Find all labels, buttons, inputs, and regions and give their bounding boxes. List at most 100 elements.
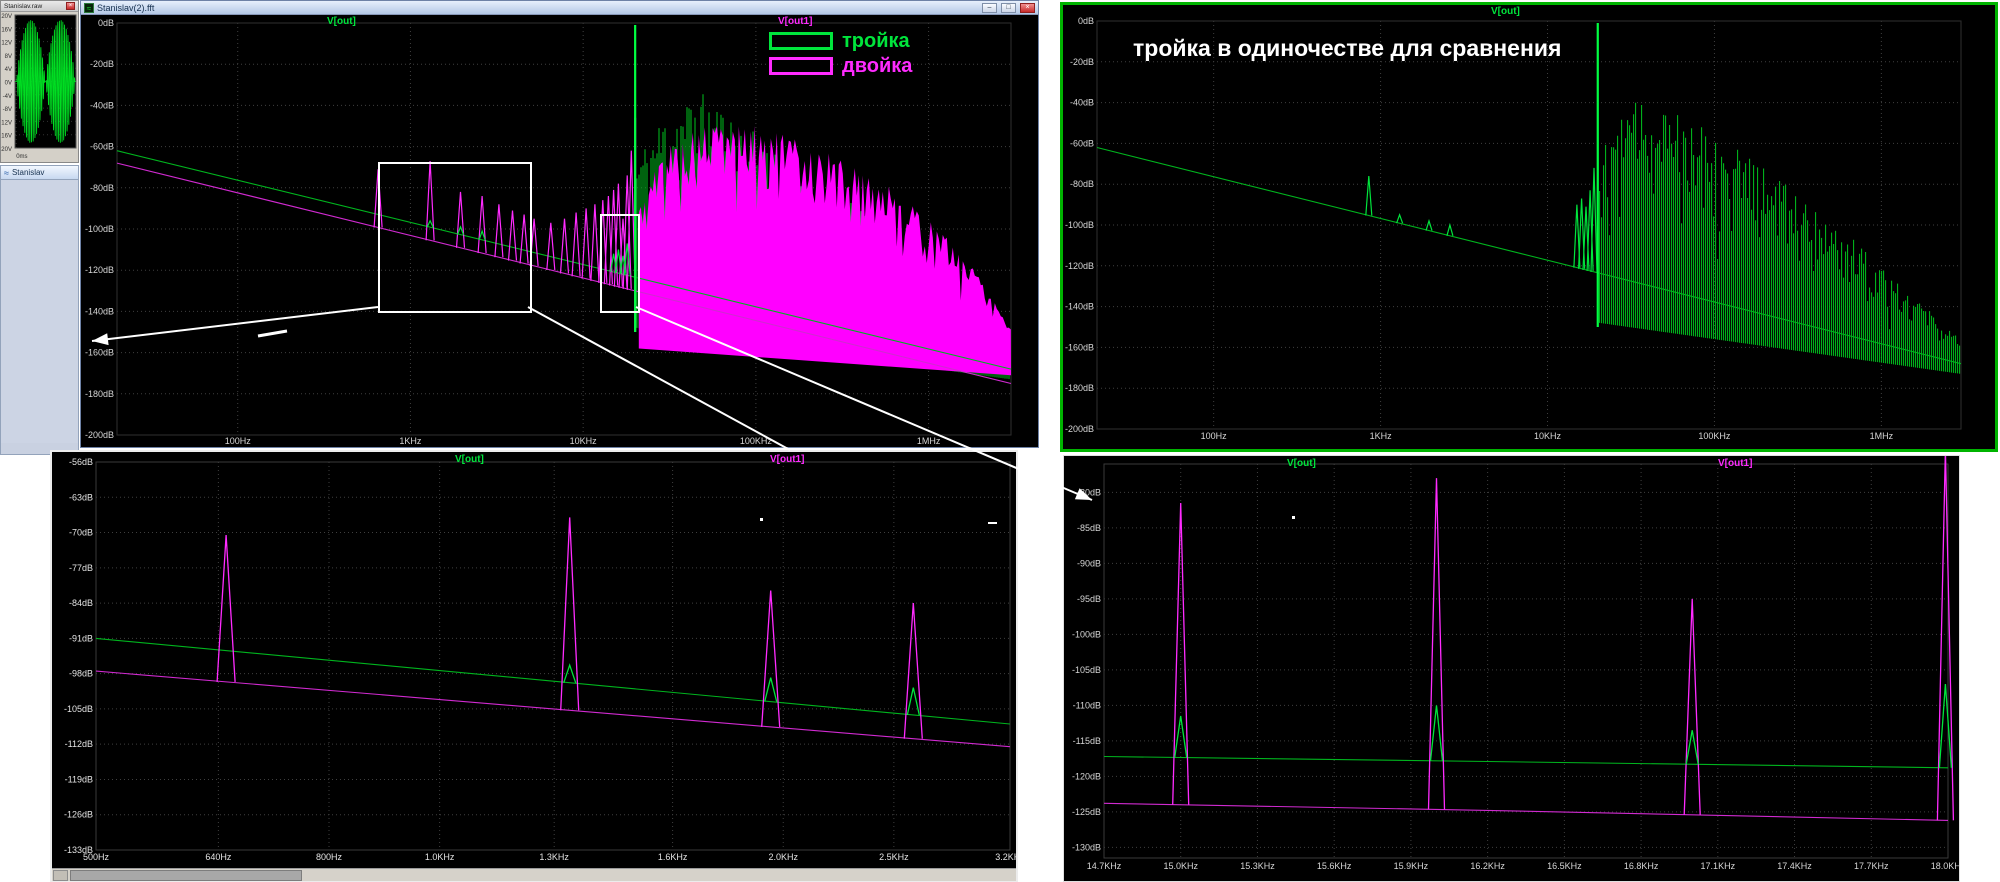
zoom-right-panel: -80dB -85dB -90dB -95dB -100dB -105dB -110dB -1… [1063, 455, 1960, 882]
x-tick-label: 1.6KHz [658, 852, 688, 862]
x-tick-label: 3.2KHz [995, 852, 1016, 862]
y-tick-label: -85dB [1077, 523, 1101, 533]
x-tick-label: 1MHz [917, 436, 941, 446]
y-tick-label: -140dB [85, 306, 114, 316]
y-tick-label: -160dB [1065, 342, 1094, 352]
zoom-selection-rect-1 [378, 162, 532, 313]
y-tick-label: -120dB [1065, 261, 1094, 271]
trace-label-vout: V[out] [1287, 458, 1316, 469]
y-tick-label: -200dB [1065, 424, 1094, 434]
cursor-mark [1292, 516, 1295, 519]
x-tick-label: 18.0KHz [1931, 861, 1959, 871]
compare-fft-panel: 0dB -20dB -40dB -60dB -80dB -100dB -120dB -140d… [1060, 2, 1998, 452]
y-tick-label: -110dB [1073, 700, 1101, 710]
legend-row: двойка [769, 56, 912, 76]
y-tick-label: -16V [1, 134, 12, 140]
explorer-item-label: Stanislav [11, 168, 45, 177]
legend-swatch [769, 57, 833, 75]
close-icon[interactable]: × [66, 2, 75, 10]
y-tick-label: -130dB [1072, 842, 1101, 852]
y-tick-label: -180dB [85, 389, 114, 399]
app-icon: ≈ [84, 2, 94, 13]
y-tick-label: -80dB [90, 183, 114, 193]
y-tick-label: -20dB [1070, 57, 1094, 67]
y-tick-label: -40dB [90, 100, 114, 110]
x-tick-label: 1KHz [399, 436, 422, 446]
x-tick-label: 17.1KHz [1701, 861, 1736, 871]
zoom-left-chart[interactable]: -56dB -63dB -70dB -77dB -84dB -91dB -98dB -105d… [52, 452, 1016, 868]
compare-fft-chart[interactable]: 0dB -20dB -40dB -60dB -80dB -100dB -120dB -140d… [1063, 5, 1995, 449]
x-tick-label: 16.8KHz [1624, 861, 1659, 871]
y-tick-label: 16V [1, 27, 12, 33]
x-tick-label: 0ms [16, 154, 27, 160]
explorer-item-stanislav[interactable]: ≈ Stanislav [1, 166, 78, 180]
legend-label: двойка [842, 55, 913, 77]
y-tick-label: -125dB [1072, 807, 1101, 817]
x-tick-label: 1KHz [1370, 431, 1393, 441]
y-tick-label: -80dB [1077, 487, 1101, 497]
y-tick-label: -98dB [69, 669, 93, 679]
y-tick-label: -126dB [64, 810, 93, 820]
y-tick-label: 12V [1, 41, 12, 47]
x-tick-label: 1.3KHz [539, 852, 569, 862]
plot-area [1104, 464, 1948, 858]
y-tick-label: -40dB [1070, 98, 1094, 108]
trace-label-vout1: V[out1] [770, 454, 805, 465]
y-tick-label: -105dB [64, 704, 93, 714]
desktop: Stanislav.raw × 20V 16V 12V 8V 4V 0V -4V -8V -12… [0, 0, 2000, 882]
y-tick-label: -120dB [1072, 771, 1101, 781]
scrollbar-left-button[interactable] [53, 870, 68, 881]
legend-swatch [769, 32, 833, 50]
cursor-mark [988, 522, 997, 524]
x-tick-label: 100Hz [225, 436, 252, 446]
explorer-body [1, 180, 78, 443]
x-tick-label: 800Hz [316, 852, 343, 862]
horizontal-scrollbar[interactable] [52, 868, 1016, 881]
x-tick-label: 500Hz [83, 852, 110, 862]
y-tick-label: -119dB [65, 774, 93, 784]
x-tick-label: 15.6KHz [1317, 861, 1352, 871]
y-tick-label: -4V [3, 94, 12, 100]
x-tick-label: 2.0KHz [768, 852, 798, 862]
y-tick-label: 0V [5, 81, 12, 87]
scope-chart[interactable]: 20V 16V 12V 8V 4V 0V -4V -8V -12V -16V -20V 0ms [1, 12, 78, 163]
trace-label-vout: V[out] [1491, 6, 1520, 17]
main-titlebar[interactable]: ≈ Stanislav(2).fft – □ × [81, 1, 1038, 15]
legend-row: тройка [769, 31, 912, 51]
x-tick-label: 17.4KHz [1777, 861, 1812, 871]
y-tick-label: -100dB [1065, 220, 1094, 230]
y-tick-label: -63dB [69, 492, 93, 502]
y-tick-label: -20V [1, 147, 12, 153]
y-tick-label: 20V [1, 14, 12, 20]
minimize-button[interactable]: – [982, 2, 997, 13]
y-tick-label: -100dB [85, 224, 114, 234]
scope-titlebar[interactable]: Stanislav.raw × [1, 1, 78, 12]
maximize-button[interactable]: □ [1001, 2, 1016, 13]
waveform-icon: ≈ [4, 167, 9, 178]
legend-label: тройка [842, 30, 910, 52]
y-tick-label: -120dB [85, 265, 114, 275]
x-tick-label: 100KHz [740, 436, 773, 446]
x-tick-label: 100Hz [1201, 431, 1228, 441]
x-tick-label: 640Hz [205, 852, 232, 862]
x-tick-label: 100KHz [1698, 431, 1731, 441]
trace-label-vout: V[out] [327, 16, 356, 27]
scrollbar-thumb[interactable] [70, 870, 302, 881]
x-tick-label: 16.2KHz [1470, 861, 1505, 871]
close-button[interactable]: × [1020, 2, 1035, 13]
trace-label-vout: V[out] [455, 454, 484, 465]
trace-label-vout1: V[out1] [1718, 458, 1753, 469]
y-tick-label: -77dB [69, 563, 93, 573]
y-tick-label: -56dB [69, 457, 93, 467]
y-tick-label: -95dB [1077, 594, 1101, 604]
y-tick-label: -200dB [85, 430, 114, 440]
legend: тройка двойка [769, 31, 912, 81]
y-tick-label: -60dB [1070, 138, 1094, 148]
zoom-selection-rect-2 [600, 214, 640, 313]
zoom-right-chart[interactable]: -80dB -85dB -90dB -95dB -100dB -105dB -110dB -1… [1064, 456, 1959, 881]
y-tick-label: -20dB [90, 59, 114, 69]
x-tick-label: 1MHz [1870, 431, 1894, 441]
y-tick-label: 0dB [98, 18, 114, 28]
main-window-title: Stanislav(2).fft [97, 2, 155, 13]
y-tick-label: -12V [1, 120, 12, 126]
